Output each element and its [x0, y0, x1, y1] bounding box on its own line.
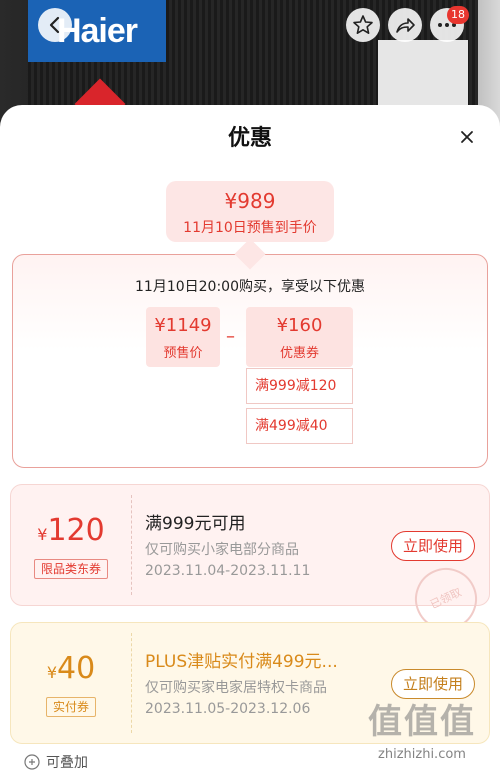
coupon-amount: ¥120: [11, 513, 131, 548]
coupon-title: PLUS津贴实付满499元...: [145, 652, 338, 672]
coupon-amount-value: 40: [57, 651, 96, 686]
watermark-glyphs: 值值值: [368, 702, 476, 742]
coupon-divider: [131, 495, 132, 595]
minus-sign: –: [226, 326, 235, 347]
close-button[interactable]: [456, 126, 478, 148]
currency-symbol: ¥: [46, 663, 57, 682]
favorite-button[interactable]: [346, 8, 380, 42]
detail-heading: 11月10日20:00购买，享受以下优惠: [135, 279, 365, 295]
coupon-tag: 实付券: [46, 697, 96, 717]
sheet-title: 优惠: [227, 126, 272, 151]
star-icon: [353, 15, 373, 34]
coupon-total-label: 优惠券: [279, 346, 319, 361]
final-price: ¥989: [224, 189, 276, 213]
close-icon: [461, 131, 473, 143]
share-button[interactable]: [388, 8, 422, 42]
coupon-tag: 限品类东券: [34, 559, 108, 579]
final-price-bubble: ¥989 11月10日预售到手价: [166, 181, 334, 242]
coupon-total-box: ¥160 优惠券: [246, 307, 353, 367]
coupon-divider: [131, 633, 132, 733]
share-icon: [396, 18, 415, 33]
presale-price-label: 预售价: [163, 346, 203, 361]
back-button[interactable]: [38, 8, 72, 42]
coupon-total: ¥160: [276, 315, 323, 336]
site-watermark: 值值值 zhizhizhi.com: [352, 694, 492, 770]
back-icon: [49, 16, 60, 34]
coupon-title: 满999元可用: [145, 514, 246, 534]
coupon-value-section: ¥40 实付券: [11, 623, 131, 743]
coupon-amount: ¥40: [11, 651, 131, 686]
coupon-value-section: ¥120 限品类东券: [11, 485, 131, 605]
presale-price: ¥1149: [154, 315, 212, 336]
stack-info-icon: [24, 754, 40, 770]
currency-symbol: ¥: [37, 525, 48, 544]
use-coupon-button[interactable]: 立即使用: [391, 531, 475, 561]
coupon-description: 仅可购买家电家居特权卡商品: [145, 680, 327, 696]
final-price-label: 11月10日预售到手价: [183, 220, 317, 236]
coupon-amount-value: 120: [47, 513, 105, 548]
coupon-description: 仅可购买小家电部分商品: [145, 542, 299, 558]
coupon-dates: 2023.11.05-2023.12.06: [145, 701, 311, 717]
coupon-breakdown-item: 满499减40: [246, 408, 353, 444]
presale-price-box: ¥1149 预售价: [146, 307, 220, 367]
coupon-breakdown-item: 满999减120: [246, 368, 353, 404]
notification-badge: 18: [447, 6, 469, 24]
stackable-note: 可叠加: [24, 752, 88, 772]
stackable-label: 可叠加: [46, 755, 88, 771]
coupon-dates: 2023.11.04-2023.11.11: [145, 563, 311, 579]
watermark-url: zhizhizhi.com: [378, 747, 466, 762]
